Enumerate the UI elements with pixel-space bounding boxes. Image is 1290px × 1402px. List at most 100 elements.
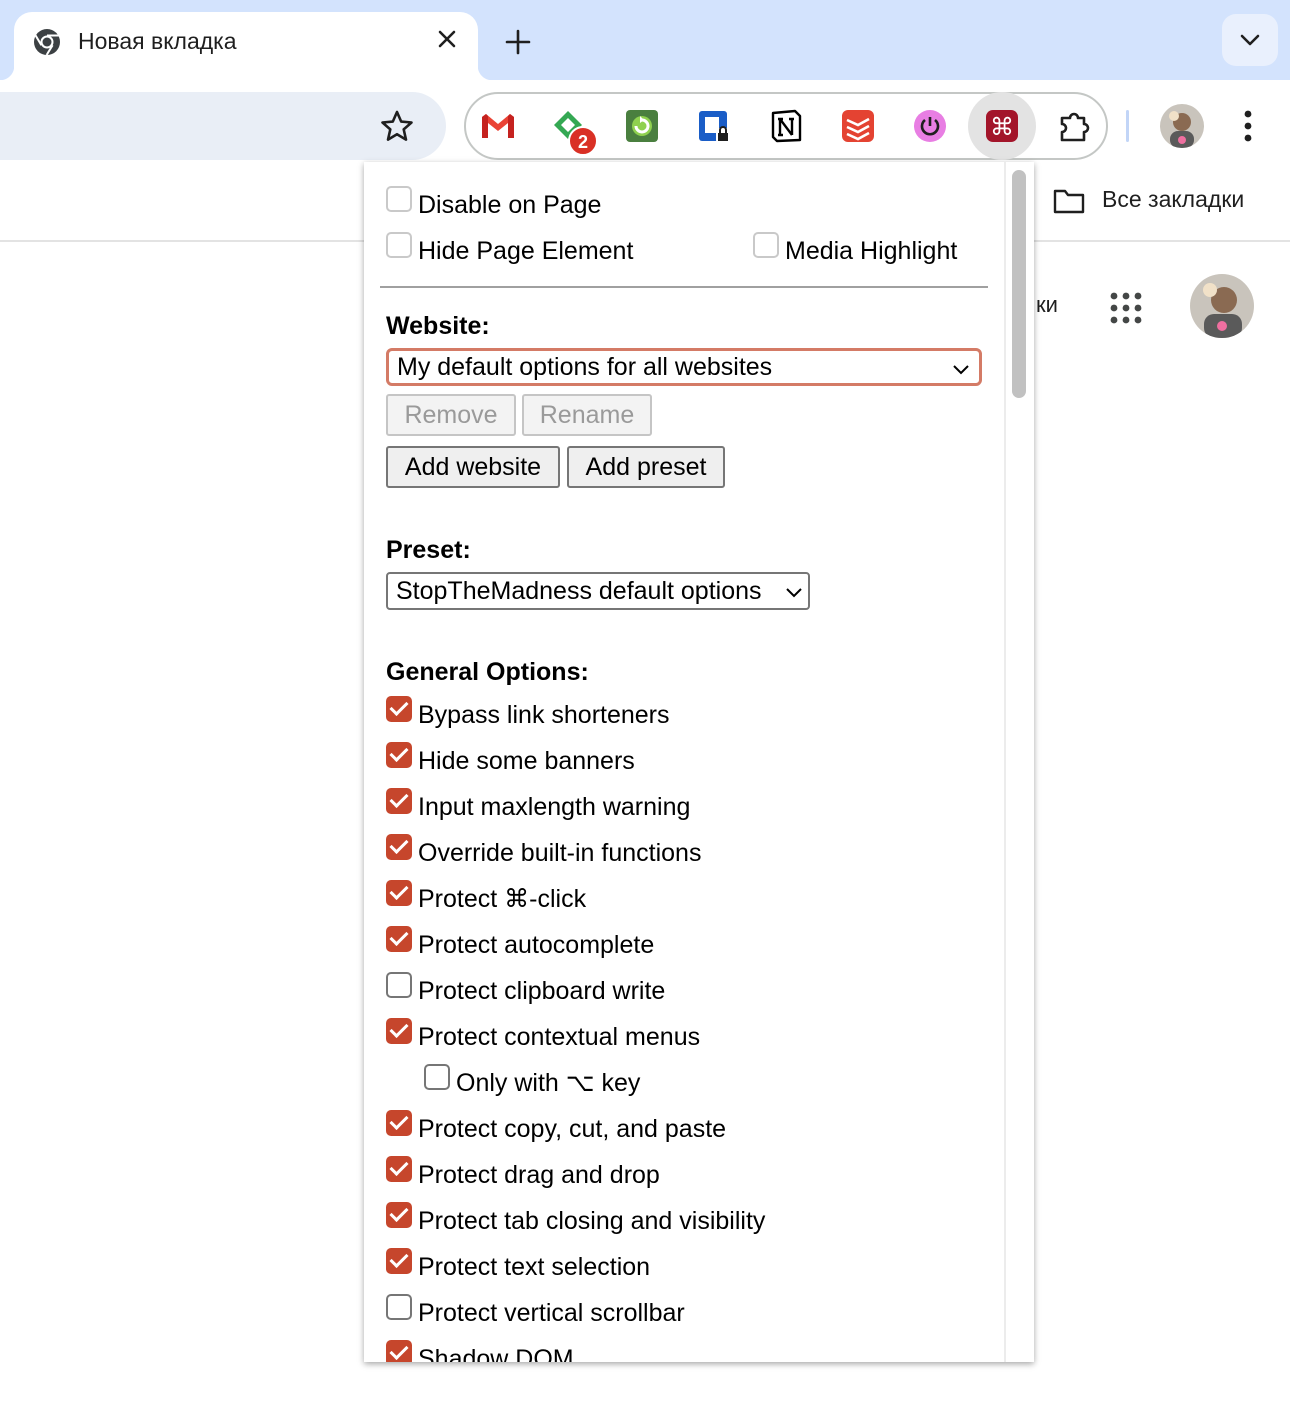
option-checkbox[interactable] [386, 880, 412, 906]
tab-new-tab[interactable]: Новая вкладка [0, 12, 492, 80]
option-label: Protect drag and drop [418, 1160, 660, 1189]
disable-on-page-option[interactable]: Disable on Page [386, 186, 602, 220]
option-label: Protect ⌘-click [418, 885, 587, 913]
close-icon[interactable] [432, 24, 462, 54]
option-row[interactable]: Protect clipboard write [386, 972, 666, 1006]
toolbar-separator [1126, 110, 1129, 142]
rename-button[interactable]: Rename [522, 394, 652, 436]
option-checkbox[interactable] [386, 1294, 412, 1320]
option-label: Only with ⌥ key [456, 1069, 641, 1097]
popup-scrollbar-thumb[interactable] [1012, 170, 1026, 398]
new-tab-icon[interactable] [498, 22, 538, 62]
option-label: Protect text selection [418, 1252, 651, 1281]
chevron-down-icon [953, 365, 969, 375]
more-menu-icon[interactable] [1232, 106, 1264, 146]
option-label: Protect copy, cut, and paste [418, 1114, 727, 1143]
preset-selected-value: StopTheMadness default options [396, 576, 762, 605]
option-checkbox[interactable] [386, 972, 412, 998]
stopthemadness-popup: Disable on Page Hide Page Element Media … [364, 162, 1034, 1362]
option-row[interactable]: Protect ⌘-click [386, 880, 587, 914]
option-checkbox[interactable] [386, 834, 412, 860]
add-preset-button[interactable]: Add preset [567, 446, 725, 488]
media-highlight-checkbox[interactable] [753, 232, 779, 258]
option-row[interactable]: Shadow DOM [386, 1340, 574, 1363]
option-row[interactable]: Protect text selection [386, 1248, 651, 1282]
avatar-image [1190, 274, 1254, 338]
preset-heading: Preset: [386, 536, 471, 564]
all-bookmarks-label[interactable]: Все закладки [1102, 186, 1244, 213]
option-checkbox[interactable] [386, 1018, 412, 1044]
preset-select[interactable]: StopTheMadness default options [386, 572, 810, 610]
power-extension-icon[interactable] [912, 108, 948, 144]
profile-avatar[interactable] [1160, 104, 1204, 148]
chevron-down-icon [786, 588, 802, 598]
option-checkbox[interactable] [386, 1248, 412, 1274]
hide-page-element-label: Hide Page Element [418, 236, 634, 265]
option-row[interactable]: Hide some banners [386, 742, 635, 776]
option-checkbox[interactable] [386, 696, 412, 722]
option-checkbox[interactable] [386, 788, 412, 814]
option-checkbox[interactable] [386, 742, 412, 768]
website-heading: Website: [386, 312, 490, 340]
option-row[interactable]: Protect drag and drop [386, 1156, 660, 1190]
option-label: Protect autocomplete [418, 930, 655, 959]
option-checkbox[interactable] [386, 1202, 412, 1228]
option-checkbox[interactable] [386, 926, 412, 952]
option-label: Protect clipboard write [418, 976, 666, 1005]
website-select[interactable]: My default options for all websites [386, 348, 982, 386]
page-partial-text[interactable]: ки [1036, 292, 1058, 318]
bookmark-star-icon[interactable] [378, 108, 416, 146]
refresh-extension-icon[interactable] [624, 108, 660, 144]
divider [380, 286, 988, 288]
remove-button[interactable]: Remove [386, 394, 516, 436]
option-checkbox[interactable] [424, 1064, 450, 1090]
media-highlight-label: Media Highlight [785, 236, 958, 265]
option-row[interactable]: Bypass link shorteners [386, 696, 670, 730]
option-checkbox[interactable] [386, 1340, 412, 1362]
option-checkbox[interactable] [386, 1110, 412, 1136]
option-row[interactable]: Input maxlength warning [386, 788, 691, 822]
avatar-image [1160, 104, 1204, 148]
tab-strip: Новая вкладка [0, 0, 1290, 80]
hide-page-element-option[interactable]: Hide Page Element [386, 232, 634, 266]
option-label: Hide some banners [418, 746, 635, 775]
general-options-heading: General Options: [386, 658, 589, 686]
option-label: Protect tab closing and visibility [418, 1206, 766, 1235]
option-checkbox[interactable] [386, 1156, 412, 1182]
option-row[interactable]: Protect vertical scrollbar [386, 1294, 685, 1328]
option-row[interactable]: Protect contextual menus [386, 1018, 701, 1052]
tab-search-button[interactable] [1222, 14, 1278, 66]
option-row[interactable]: Protect copy, cut, and paste [386, 1110, 727, 1144]
disable-on-page-checkbox[interactable] [386, 186, 412, 212]
extensions-puzzle-icon[interactable] [1056, 108, 1092, 144]
option-label: Protect vertical scrollbar [418, 1298, 685, 1327]
website-selected-value: My default options for all websites [397, 352, 773, 381]
option-row[interactable]: Protect autocomplete [386, 926, 655, 960]
notion-icon[interactable] [768, 108, 804, 144]
extension-badge: 2 [568, 126, 598, 156]
media-highlight-option[interactable]: Media Highlight [753, 232, 958, 266]
disable-on-page-label: Disable on Page [418, 190, 602, 219]
lock-extension-icon[interactable] [696, 108, 732, 144]
stopthemadness-icon[interactable]: ⌘ [984, 108, 1020, 144]
option-row[interactable]: Only with ⌥ key [424, 1064, 641, 1098]
option-label: Shadow DOM [418, 1344, 574, 1363]
add-website-button[interactable]: Add website [386, 446, 560, 488]
chevron-down-icon [1240, 34, 1260, 46]
option-row[interactable]: Protect tab closing and visibility [386, 1202, 766, 1236]
browser-window: Новая вкладка 2 ⌘ Все закладки ки Disabl… [0, 0, 1290, 1402]
folder-icon [1053, 189, 1085, 214]
google-account-avatar[interactable] [1190, 274, 1254, 338]
svg-text:⌘: ⌘ [990, 113, 1014, 141]
option-row[interactable]: Override built-in functions [386, 834, 702, 868]
chrome-icon [34, 29, 60, 56]
option-label: Bypass link shorteners [418, 700, 670, 729]
option-label: Input maxlength warning [418, 792, 691, 821]
tab-title: Новая вкладка [78, 28, 237, 54]
option-label: Override built-in functions [418, 838, 702, 867]
gmail-icon[interactable] [480, 108, 516, 144]
option-label: Protect contextual menus [418, 1022, 701, 1051]
todoist-icon[interactable] [840, 108, 876, 144]
hide-page-element-checkbox[interactable] [386, 232, 412, 258]
apps-grid-icon[interactable] [1106, 288, 1146, 328]
